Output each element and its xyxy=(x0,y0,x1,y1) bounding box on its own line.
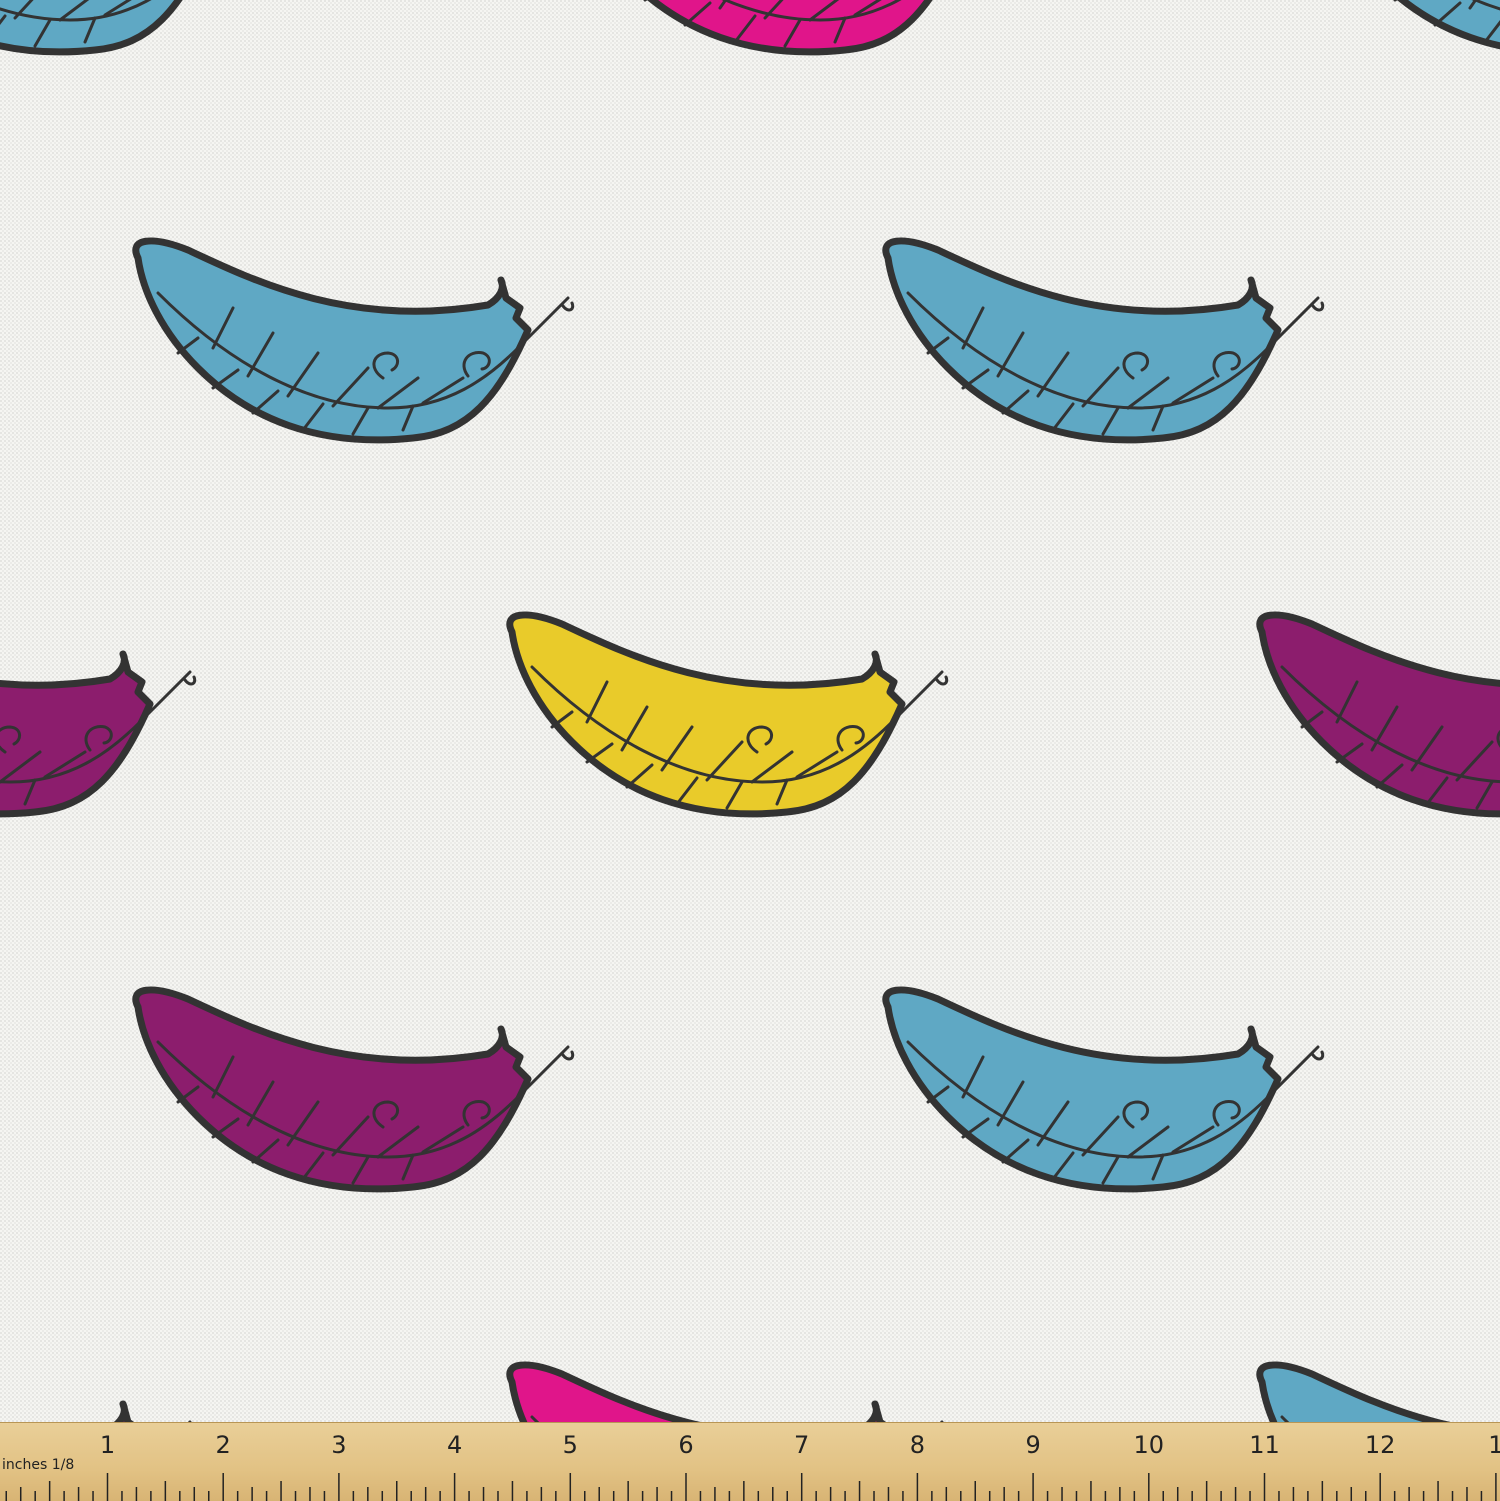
ruler-number: 12 xyxy=(1364,1431,1396,1459)
feather-yellow-center xyxy=(510,615,949,814)
feather-blue-row4-right xyxy=(886,990,1325,1189)
ruler-number: 10 xyxy=(1133,1431,1165,1459)
ruler-number: 1 xyxy=(99,1431,116,1459)
feather-blue-top-right xyxy=(1318,0,1500,52)
feather-pink-top xyxy=(568,0,1007,52)
ruler-number: 1 xyxy=(1488,1431,1500,1459)
ruler-number: 3 xyxy=(331,1431,347,1459)
feather-pattern xyxy=(0,0,1500,1422)
feather-blue-row2-right xyxy=(886,241,1325,440)
ruler-number: 4 xyxy=(446,1431,463,1459)
feather-purple-row3-left xyxy=(0,615,197,814)
measuring-ruler: inches 1/8 1 2 3 4 5 6 7 8 9 10 11 12 1 xyxy=(0,1422,1500,1501)
feather-purple-row3-right xyxy=(1260,615,1500,814)
ruler-number: 11 xyxy=(1249,1431,1280,1459)
ruler-number: 7 xyxy=(794,1431,810,1459)
ruler-number: 6 xyxy=(678,1431,694,1459)
ruler-number: 9 xyxy=(1025,1431,1041,1459)
feather-blue-top-left xyxy=(0,0,257,52)
ruler-number: 2 xyxy=(215,1431,231,1459)
ruler-number: 5 xyxy=(562,1431,578,1459)
feather-purple-row4-left xyxy=(136,990,575,1189)
ruler-unit-label: inches 1/8 xyxy=(2,1457,75,1473)
feather-blue-row2-left xyxy=(136,241,575,440)
ruler-number: 8 xyxy=(909,1431,926,1459)
